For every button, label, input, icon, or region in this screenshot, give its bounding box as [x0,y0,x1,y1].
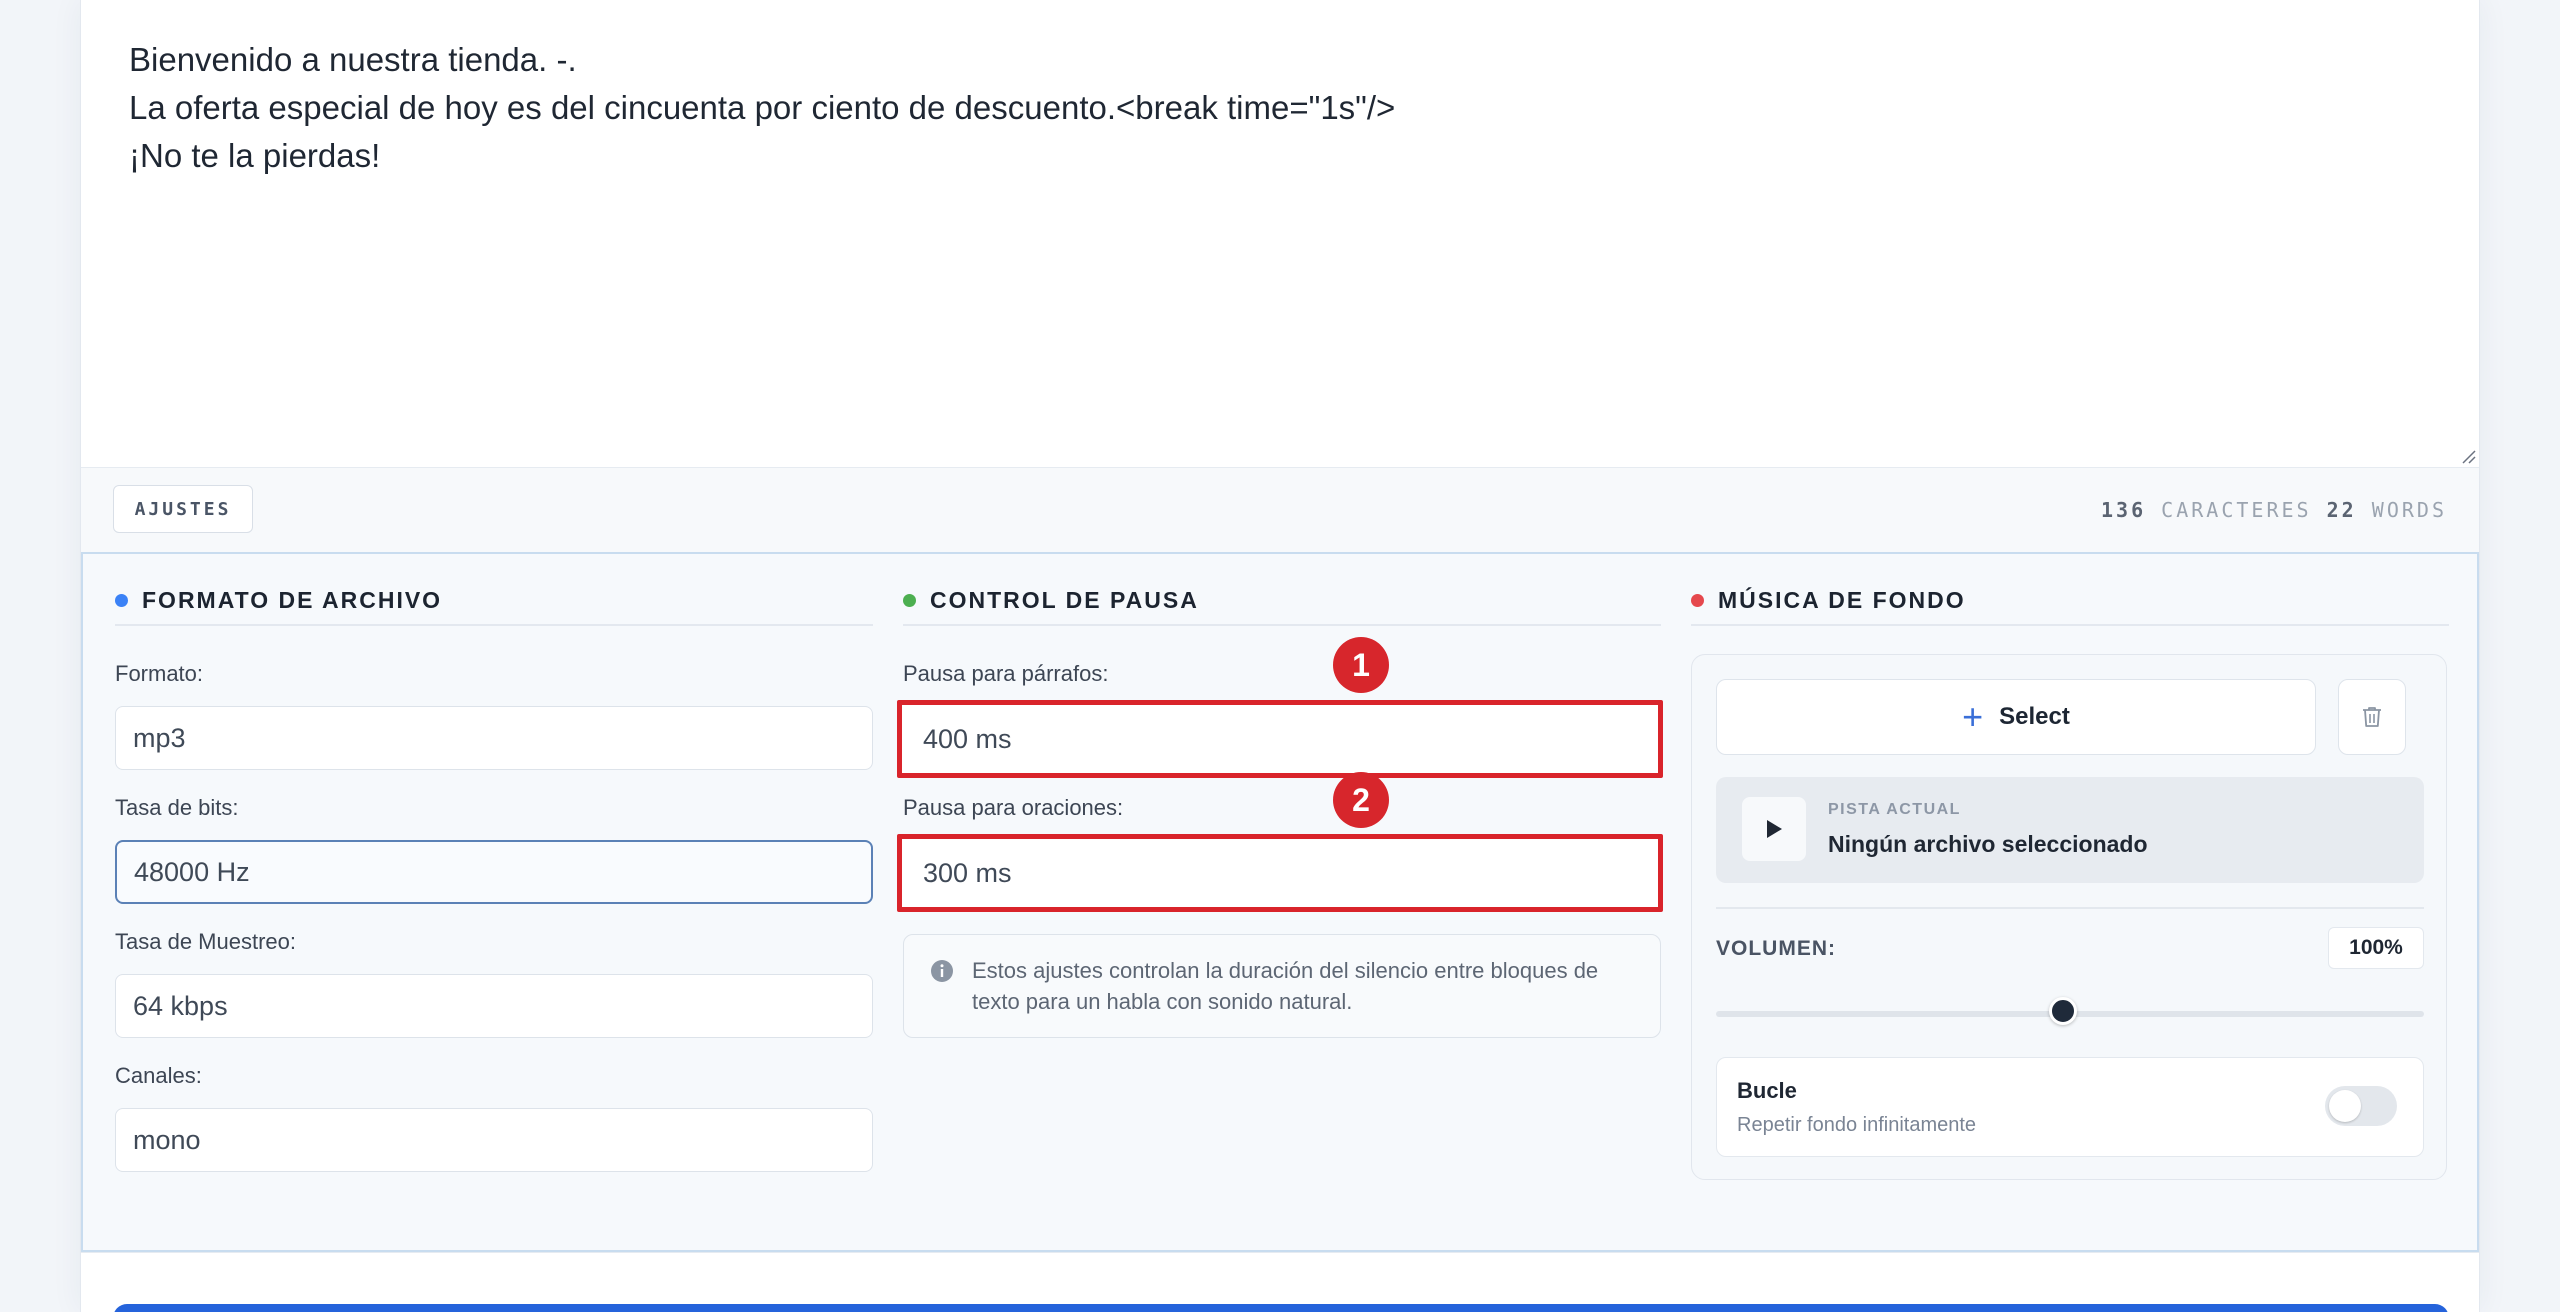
track-tag: PISTA ACTUAL [1828,801,1961,818]
paragraph-pause-label: Pausa para párrafos: [903,661,1109,686]
volume-value: 100% [2328,927,2424,969]
volume-label: VOLUMEN: [1716,937,1836,960]
loop-toggle-knob [2329,1090,2361,1122]
char-label: CARACTERES [2161,498,2312,522]
pause-info-text: Estos ajustes controlan la duración del … [972,958,1599,1014]
loop-setting: Bucle Repetir fondo infinitamente [1716,1057,2424,1157]
bitrate-label: Tasa de bits: [115,795,239,820]
primary-action-button[interactable] [113,1304,2449,1312]
file-format-title: FORMATO DE ARCHIVO [142,586,443,613]
loop-subtitle: Repetir fondo infinitamente [1737,1114,1977,1136]
play-icon [1767,820,1782,838]
annotation-badge-1: 1 [1333,637,1389,693]
editor-line-1: Bienvenido a nuestra tienda. -. [129,41,577,78]
paragraph-pause-field[interactable]: 400 ms [897,700,1663,778]
editor-line-2: La oferta especial de hoy es del cincuen… [129,89,1396,126]
green-dot-icon [903,593,916,607]
editor-toolbar: AJUSTES 136 CARACTERES 22 WORDS [81,468,2479,552]
format-field[interactable]: mp3 [115,706,873,770]
text-stats: 136 CARACTERES 22 WORDS [2101,498,2447,522]
sentence-pause-label: Pausa para oraciones: [903,795,1124,820]
background-music-header: MÚSICA DE FONDO [1691,576,2449,626]
red-dot-icon [1691,593,1704,607]
word-count: 22 [2326,498,2357,522]
loop-title: Bucle [1737,1078,1797,1103]
channels-field[interactable]: mono [115,1108,873,1172]
blue-dot-icon [115,593,128,607]
background-music-title: MÚSICA DE FONDO [1718,586,1966,613]
text-editor[interactable]: Bienvenido a nuestra tienda. -. La ofert… [81,0,2479,468]
select-label: Select [1999,703,2070,730]
play-button[interactable] [1742,797,1806,861]
samplerate-label: Tasa de Muestreo: [115,929,296,954]
bitrate-field[interactable]: 48000 Hz [115,840,873,904]
settings-button[interactable]: AJUSTES [113,485,253,533]
settings-panel: FORMATO DE ARCHIVO Formato: mp3 Tasa de … [81,552,2479,1252]
plus-icon: + [1962,696,1984,737]
char-count: 136 [2101,498,2147,522]
pause-info-box: Estos ajustes controlan la duración del … [903,934,1661,1038]
samplerate-field[interactable]: 64 kbps [115,974,873,1038]
resize-handle-icon[interactable] [2459,447,2477,465]
annotation-badge-2: 2 [1333,772,1389,828]
sentence-pause-field[interactable]: 300 ms [897,834,1663,912]
select-music-button[interactable]: + Select [1716,679,2316,755]
format-label: Formato: [115,661,204,686]
loop-toggle[interactable] [2325,1086,2397,1126]
word-label: WORDS [2371,498,2447,522]
editor-line-3: ¡No te la pierdas! [129,137,381,174]
info-circle-icon [931,960,953,982]
channels-label: Canales: [115,1063,202,1088]
bottom-strip [81,1252,2479,1312]
track-name: Ningún archivo seleccionado [1828,831,2148,857]
delete-music-button[interactable] [2338,679,2406,755]
current-track: PISTA ACTUAL Ningún archivo seleccionado [1716,777,2424,883]
music-panel: + Select PISTA ACTUAL Ningún archivo sel… [1691,654,2447,1180]
volume-slider-thumb[interactable] [2048,997,2077,1025]
music-divider [1716,907,2424,909]
pause-control-header: CONTROL DE PAUSA [903,576,1661,626]
main-card: Bienvenido a nuestra tienda. -. La ofert… [80,0,2480,1312]
file-format-header: FORMATO DE ARCHIVO [115,576,873,626]
pause-control-title: CONTROL DE PAUSA [930,586,1199,613]
trash-icon [2363,707,2381,727]
